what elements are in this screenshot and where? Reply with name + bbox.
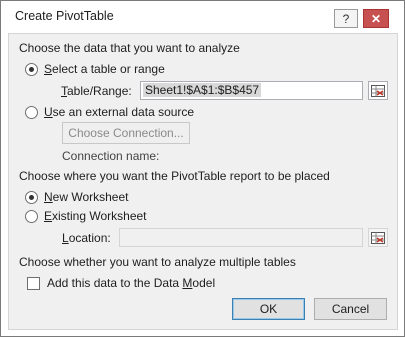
new-worksheet-option[interactable]: New Worksheet bbox=[25, 190, 128, 204]
ok-button[interactable]: OK bbox=[232, 298, 305, 320]
range-picker-icon bbox=[371, 231, 385, 244]
new-worksheet-label: New Worksheet bbox=[44, 190, 129, 204]
existing-worksheet-label: Existing Worksheet bbox=[44, 209, 147, 223]
help-button[interactable]: ? bbox=[334, 9, 358, 28]
existing-worksheet-option[interactable]: Existing Worksheet bbox=[25, 209, 147, 223]
data-model-option[interactable]: Add this data to the Data Model bbox=[27, 276, 215, 290]
select-range-radio[interactable] bbox=[25, 62, 38, 76]
title-bar: Create PivotTable ? ✕ bbox=[1, 1, 404, 33]
help-icon: ? bbox=[342, 11, 350, 26]
select-range-label: Select a table or range bbox=[44, 62, 165, 76]
range-picker-icon bbox=[371, 84, 385, 97]
data-model-label: Add this data to the Data Model bbox=[47, 276, 216, 290]
data-model-checkbox[interactable] bbox=[27, 276, 40, 290]
connection-name-label: Connection name: bbox=[62, 149, 160, 163]
location-input[interactable] bbox=[119, 228, 363, 247]
choose-connection-button[interactable]: Choose Connection... bbox=[62, 122, 190, 144]
external-source-option[interactable]: Use an external data source bbox=[25, 105, 194, 119]
placement-section-heading: Choose where you want the PivotTable rep… bbox=[19, 169, 330, 183]
location-label: Location: bbox=[62, 231, 111, 245]
external-source-radio[interactable] bbox=[25, 105, 38, 119]
table-range-label: Table/Range: bbox=[61, 84, 132, 98]
table-range-picker-button[interactable] bbox=[368, 81, 388, 100]
external-source-label: Use an external data source bbox=[44, 105, 195, 119]
table-range-value: Sheet1!$A$1:$B$457 bbox=[143, 83, 262, 97]
new-worksheet-radio[interactable] bbox=[25, 190, 38, 204]
multiple-tables-heading: Choose whether you want to analyze multi… bbox=[19, 255, 296, 269]
location-picker-button[interactable] bbox=[368, 228, 388, 247]
data-section-heading: Choose the data that you want to analyze bbox=[19, 41, 240, 55]
table-range-input[interactable]: Sheet1!$A$1:$B$457 bbox=[140, 81, 363, 100]
existing-worksheet-radio[interactable] bbox=[25, 209, 38, 223]
close-icon: ✕ bbox=[370, 11, 382, 26]
select-range-option[interactable]: Select a table or range bbox=[25, 62, 165, 76]
dialog-title: Create PivotTable bbox=[15, 9, 114, 23]
cancel-button[interactable]: Cancel bbox=[314, 298, 387, 320]
create-pivottable-dialog: Create PivotTable ? ✕ Choose the data th… bbox=[0, 0, 405, 337]
dialog-body: Choose the data that you want to analyze… bbox=[8, 33, 398, 330]
close-button[interactable]: ✕ bbox=[363, 9, 389, 28]
